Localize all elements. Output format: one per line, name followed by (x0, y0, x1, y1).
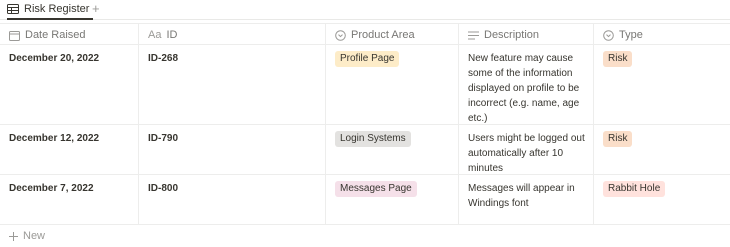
table-icon (7, 4, 19, 14)
column-label: Description (484, 29, 540, 41)
tab-risk-register[interactable]: Risk Register (7, 0, 94, 20)
table-row[interactable]: December 7, 2022 ID-800 Messages Page Me… (0, 175, 730, 225)
type-cell[interactable]: Risk (594, 45, 730, 124)
plus-icon (9, 231, 18, 241)
column-label: Date Raised (25, 29, 86, 41)
column-label: Product Area (351, 29, 415, 41)
description-cell[interactable]: Messages will appear in Windings font (459, 175, 594, 224)
product-area-cell[interactable]: Messages Page (326, 175, 459, 224)
product-area-cell[interactable]: Profile Page (326, 45, 459, 124)
lines-icon (468, 31, 479, 40)
product-area-tag: Profile Page (335, 51, 400, 67)
product-area-tag: Login Systems (335, 131, 411, 147)
type-tag: Risk (603, 131, 633, 147)
column-header-description[interactable]: Description (459, 24, 594, 46)
calendar-icon (9, 30, 20, 41)
column-label: ID (166, 29, 178, 41)
column-header-date[interactable]: Date Raised (0, 24, 139, 46)
type-tag: Rabbit Hole (603, 181, 666, 197)
tab-label: Risk Register (24, 3, 90, 15)
type-tag: Risk (603, 51, 633, 67)
text-property-icon: Aa (148, 29, 162, 41)
product-area-cell[interactable]: Login Systems (326, 125, 459, 174)
id-cell[interactable]: ID-268 (139, 45, 326, 124)
date-cell[interactable]: December 7, 2022 (0, 175, 139, 224)
new-row-button[interactable]: New (0, 226, 730, 246)
add-view-button[interactable]: + (92, 1, 100, 17)
new-row-label: New (23, 230, 46, 242)
description-cell[interactable]: Users might be logged out automatically … (459, 125, 594, 174)
type-cell[interactable]: Rabbit Hole (594, 175, 730, 224)
date-cell[interactable]: December 12, 2022 (0, 125, 139, 174)
table-header: Date Raised Aa ID Product Area Descripti… (0, 23, 730, 46)
table-row[interactable]: December 20, 2022 ID-268 Profile Page Ne… (0, 45, 730, 125)
view-tab-bar: Risk Register + (0, 0, 730, 20)
product-area-tag: Messages Page (335, 181, 417, 197)
date-cell[interactable]: December 20, 2022 (0, 45, 139, 124)
id-cell[interactable]: ID-800 (139, 175, 326, 224)
column-label: Type (619, 29, 643, 41)
description-cell[interactable]: New feature may cause some of the inform… (459, 45, 594, 124)
column-header-product-area[interactable]: Product Area (326, 24, 459, 46)
column-header-type[interactable]: Type (594, 24, 730, 46)
select-icon (335, 29, 346, 41)
column-header-id[interactable]: Aa ID (139, 24, 326, 46)
type-cell[interactable]: Risk (594, 125, 730, 174)
id-cell[interactable]: ID-790 (139, 125, 326, 174)
select-icon (603, 29, 614, 41)
table-row[interactable]: December 12, 2022 ID-790 Login Systems U… (0, 125, 730, 175)
